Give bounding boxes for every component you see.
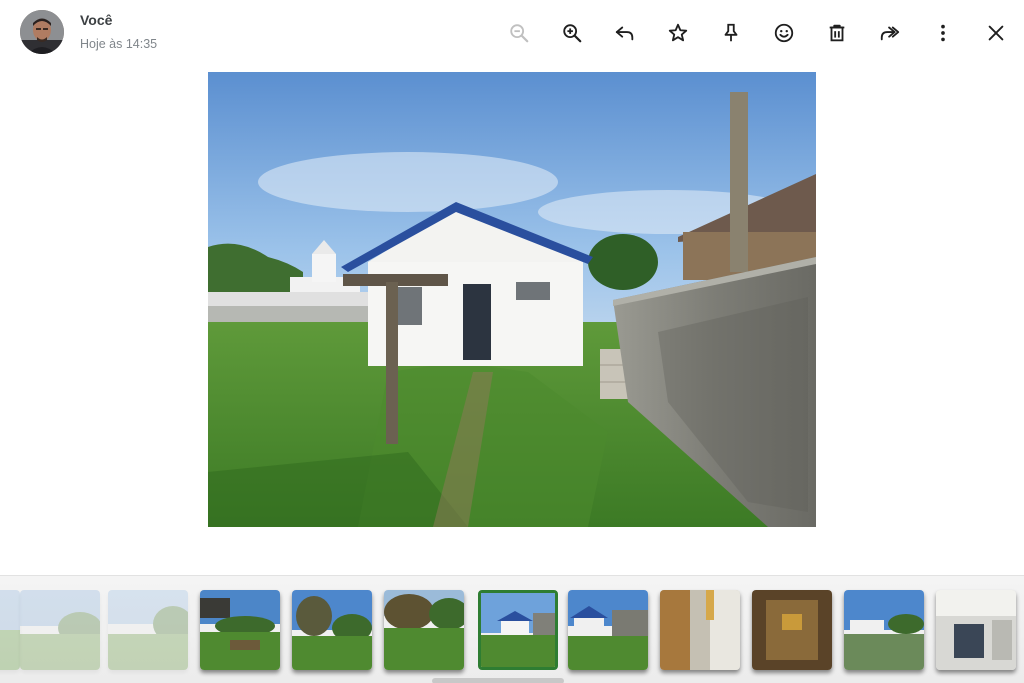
react-button[interactable] — [765, 14, 803, 52]
thumbnail[interactable] — [660, 590, 740, 670]
main-photo[interactable] — [208, 72, 816, 527]
sender-name: Você — [80, 12, 113, 28]
reply-button[interactable] — [606, 14, 644, 52]
zoom-out-button[interactable] — [500, 14, 538, 52]
thumbnail[interactable] — [936, 590, 1016, 670]
thumbnail[interactable] — [384, 590, 464, 670]
thumbnail[interactable] — [292, 590, 372, 670]
thumbnail-strip — [0, 575, 1024, 683]
pin-icon — [724, 23, 738, 42]
thumbnail[interactable] — [844, 590, 924, 670]
forward-button[interactable] — [871, 14, 909, 52]
thumbnail[interactable] — [20, 590, 100, 670]
avatar[interactable] — [20, 10, 64, 54]
star-button[interactable] — [659, 14, 697, 52]
more-vert-icon — [941, 24, 945, 42]
zoom-in-icon — [563, 24, 582, 43]
zoom-out-icon — [510, 24, 529, 43]
filmstrip-scrollbar[interactable] — [432, 678, 564, 683]
forward-icon — [880, 26, 900, 41]
thumbnail[interactable] — [108, 590, 188, 670]
star-icon — [668, 23, 688, 42]
close-icon — [988, 25, 1004, 41]
more-options-button[interactable] — [924, 14, 962, 52]
trash-icon — [829, 24, 845, 42]
house-yard-image — [208, 72, 816, 527]
emoji-icon — [774, 23, 794, 43]
thumbnail[interactable] — [200, 590, 280, 670]
thumbnail-selected[interactable] — [478, 590, 558, 670]
thumbnail[interactable] — [568, 590, 648, 670]
close-button[interactable] — [977, 14, 1015, 52]
pin-button[interactable] — [712, 14, 750, 52]
thumbnail[interactable] — [0, 590, 20, 670]
delete-button[interactable] — [818, 14, 856, 52]
reply-icon — [615, 26, 634, 41]
thumbnail[interactable] — [752, 590, 832, 670]
media-viewer: Você Hoje às 14:35 — [0, 0, 1024, 683]
zoom-in-button[interactable] — [553, 14, 591, 52]
message-timestamp: Hoje às 14:35 — [80, 37, 158, 51]
viewer-header: Você Hoje às 14:35 — [0, 0, 1024, 66]
